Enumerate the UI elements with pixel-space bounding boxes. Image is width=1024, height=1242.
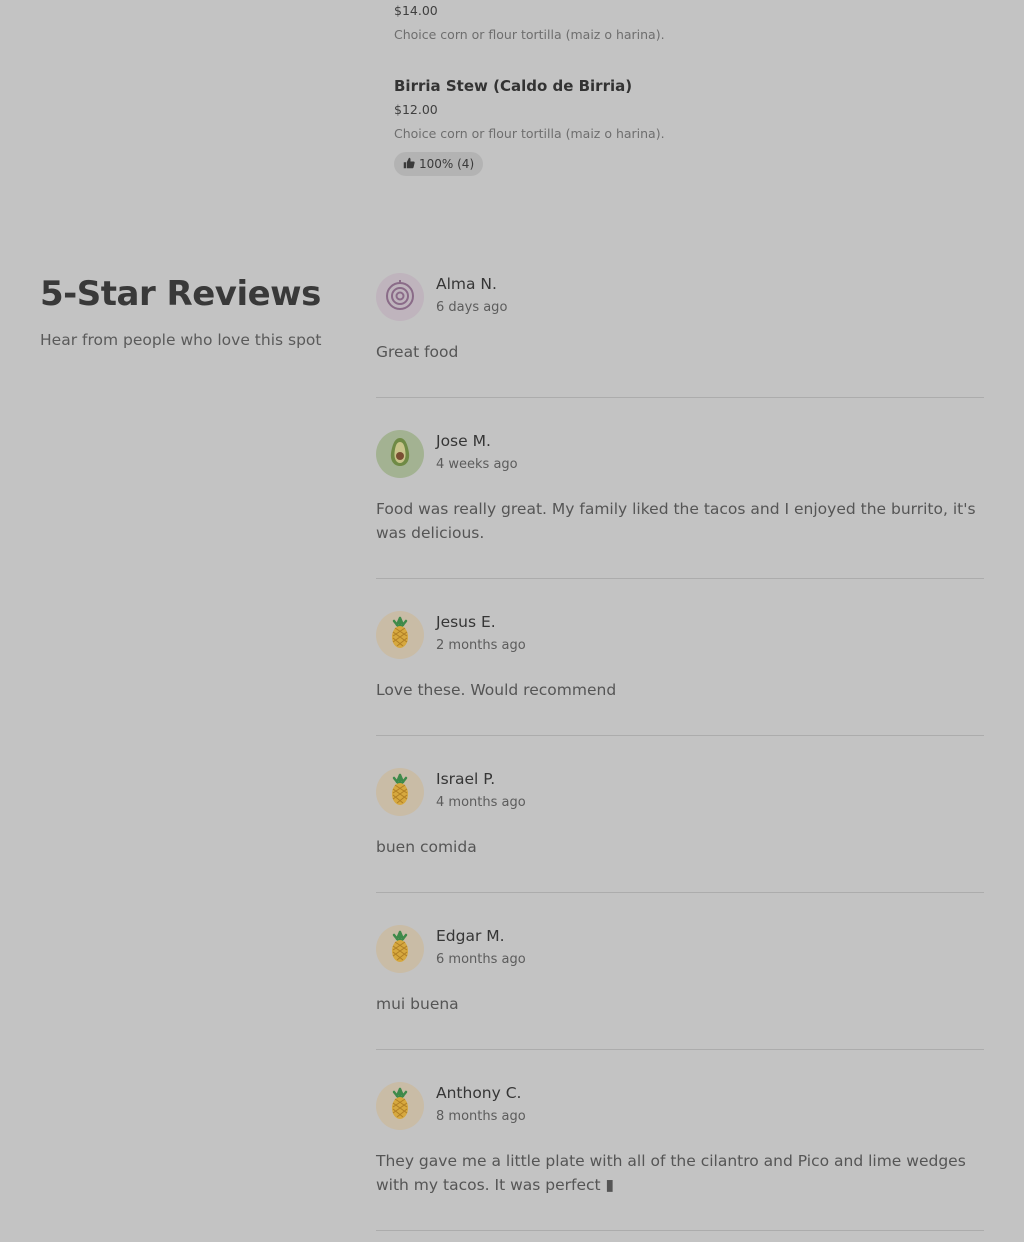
menu-item-description: Choice corn or flour tortilla (maiz o ha… <box>394 126 665 141</box>
pineapple-icon <box>383 616 417 654</box>
review-item: Jose M. 4 weeks ago Food was really grea… <box>376 398 984 579</box>
menu-item[interactable]: $14.00 Choice corn or flour tortilla (ma… <box>394 2 994 44</box>
review-date: 4 months ago <box>436 795 526 810</box>
avatar <box>376 611 424 659</box>
reviews-section-subtitle: Hear from people who love this spot <box>40 331 322 349</box>
avatar <box>376 925 424 973</box>
avocado-icon <box>383 435 417 473</box>
avatar <box>376 273 424 321</box>
review-date: 4 weeks ago <box>436 457 518 472</box>
pineapple-icon <box>383 930 417 968</box>
review-item: Edgar M. 6 months ago mui buena <box>376 893 984 1050</box>
rating-badge: 100% (4) <box>394 152 484 176</box>
reviewer-name: Alma N. <box>436 275 497 293</box>
menu-item[interactable]: Birria Stew (Caldo de Birria) $12.00 Cho… <box>394 76 994 176</box>
review-text: Love these. Would recommend <box>376 681 617 699</box>
review-date: 2 months ago <box>436 638 526 653</box>
avatar <box>376 1082 424 1130</box>
review-date: 6 months ago <box>436 952 526 967</box>
review-text: They gave me a little plate with all of … <box>376 1152 966 1194</box>
avatar <box>376 768 424 816</box>
menu-item-description: Choice corn or flour tortilla (maiz o ha… <box>394 27 665 42</box>
pineapple-icon <box>383 773 417 811</box>
review-text: buen comida <box>376 838 477 856</box>
pineapple-icon <box>383 1087 417 1125</box>
reviews-section-title: 5-Star Reviews <box>40 274 321 314</box>
review-text: Great food <box>376 343 459 361</box>
thumbs-up-icon <box>403 157 415 172</box>
review-date: 8 months ago <box>436 1109 526 1124</box>
reviewer-name: Edgar M. <box>436 927 505 945</box>
review-text: mui buena <box>376 995 459 1013</box>
reviewer-name: Jesus E. <box>436 613 496 631</box>
menu-item-name: Birria Stew (Caldo de Birria) <box>394 77 633 95</box>
menu-item-price: $12.00 <box>394 102 438 117</box>
menu-item-price: $14.00 <box>394 3 438 18</box>
reviewer-name: Anthony C. <box>436 1084 522 1102</box>
reviews-list: Alma N. 6 days ago Great food Jose M. 4 … <box>376 273 984 1231</box>
review-item: Jesus E. 2 months ago Love these. Would … <box>376 579 984 736</box>
reviewer-name: Israel P. <box>436 770 496 788</box>
review-date: 6 days ago <box>436 300 508 315</box>
review-text: Food was really great. My family liked t… <box>376 500 976 542</box>
review-item: Alma N. 6 days ago Great food <box>376 273 984 398</box>
store-page: $14.00 Choice corn or flour tortilla (ma… <box>0 0 1024 1242</box>
reviewer-name: Jose M. <box>436 432 491 450</box>
review-item: Israel P. 4 months ago buen comida <box>376 736 984 893</box>
rating-label: 100% (4) <box>419 157 475 171</box>
avatar <box>376 430 424 478</box>
onion-icon <box>383 278 417 316</box>
review-item: Anthony C. 8 months ago They gave me a l… <box>376 1050 984 1231</box>
